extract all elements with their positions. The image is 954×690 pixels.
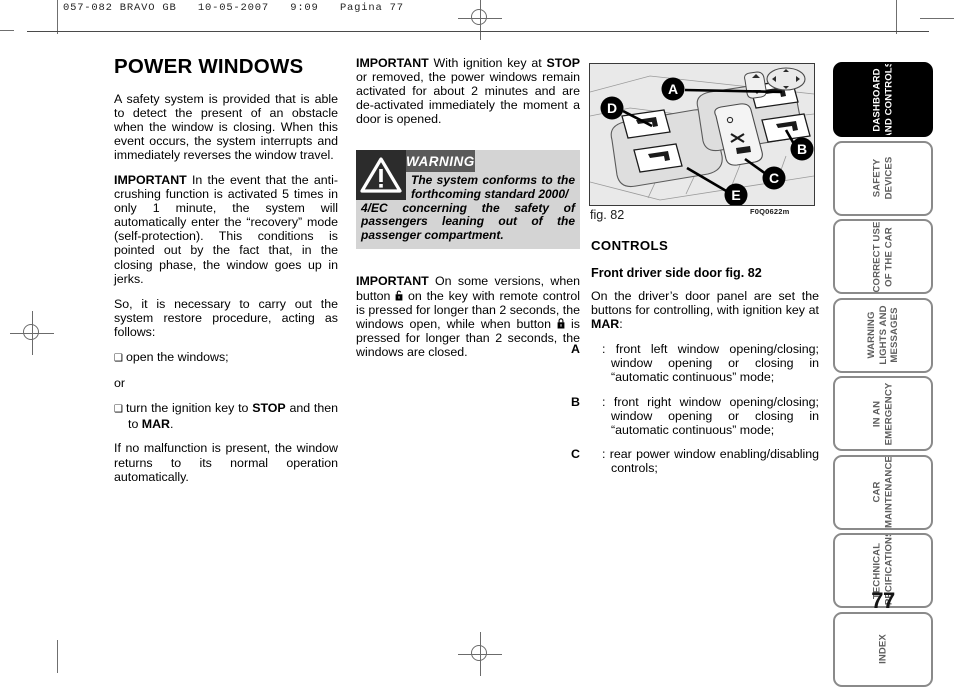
list-item-open-windows: ❑ open the windows; [114, 350, 338, 366]
paragraph-safety-system-text: A safety system is provided that is able… [114, 91, 338, 162]
svg-text:E: E [731, 187, 740, 203]
svg-text:C: C [769, 170, 779, 186]
subsection-heading-front-driver-door: Front driver side door fig. 82 [591, 266, 762, 280]
control-item-b-label: B [571, 394, 580, 409]
tab-label: INDEX [877, 634, 889, 664]
trim-tick-left [0, 30, 14, 31]
text-column-3: CONTROLS Front driver side door fig. 82 … [571, 238, 820, 485]
tab-correct-use-of-the-car[interactable]: CORRECT USE OF THE CAR [833, 219, 933, 294]
tab-warning-lights-and-messages[interactable]: WARNING LIGHTS AND MESSAGES [833, 297, 933, 373]
tab-label: SAFETY DEVICES [871, 156, 895, 200]
paragraph-door-panel-intro: On the driver’s door panel are set the b… [591, 289, 819, 331]
svg-text:D: D [607, 100, 617, 116]
paragraph-important-remote: IMPORTANT On some versions, when button … [356, 274, 580, 359]
svg-text:A: A [668, 81, 678, 97]
header-rule-right [920, 18, 954, 20]
padlock-closed-icon [557, 317, 565, 329]
paragraph-restore-intro-text: So, it is necessary to carry out the sys… [114, 296, 338, 339]
tab-label: WARNING LIGHTS AND MESSAGES [865, 305, 900, 365]
warning-box: WARNING The system conforms to the forth… [356, 150, 580, 250]
paragraph-no-malfunction: If no malfunction is present, the window… [114, 441, 338, 483]
control-item-c-label: C [571, 446, 580, 461]
list-item-open-windows-text: open the windows; [125, 350, 229, 365]
paragraph-no-malfunction-text: If no malfunction is present, the window… [114, 441, 338, 484]
paragraph-door-panel-intro-a: On the driver’s door panel are set the b… [591, 289, 819, 318]
control-item-a-label: A [571, 342, 580, 357]
list-item-ignition-key-text-c: . [170, 417, 174, 432]
registration-mark-top [458, 0, 502, 40]
tab-label: IN AN EMERGENCY [871, 382, 895, 445]
text-column-1: POWER WINDOWS A safety system is provide… [114, 55, 338, 484]
tab-in-an-emergency[interactable]: IN AN EMERGENCY [833, 376, 933, 451]
padlock-open-icon [395, 290, 403, 301]
paragraph-door-panel-intro-b: : [619, 317, 623, 332]
control-item-a: A: front left window opening/closing; wi… [571, 342, 819, 385]
page-title: POWER WINDOWS [114, 55, 304, 78]
page-number: 77 [871, 588, 895, 613]
important-text-1: In the event that the anti-crushing func… [114, 173, 338, 286]
keyword-stop-1: STOP [252, 401, 286, 416]
trim-rule-left-top [57, 0, 58, 34]
paragraph-important-anticrush: IMPORTANT In the event that the anti-cru… [114, 173, 338, 286]
paragraph-important-ignition: IMPORTANT With ignition key at STOP or r… [356, 56, 580, 126]
tab-label: DASHBOARD AND CONTROLS [871, 62, 895, 137]
control-item-b: B: front right window opening/closing; w… [571, 394, 819, 437]
tab-car-maintenance[interactable]: CAR MAINTENANCE [833, 454, 933, 530]
tab-label: CORRECT USE OF THE CAR [871, 221, 895, 292]
trim-rule-right-top [896, 0, 897, 34]
paragraph-restore-intro: So, it is necessary to carry out the sys… [114, 297, 338, 339]
conjunction-or: or [114, 376, 338, 390]
svg-text:B: B [797, 141, 807, 157]
control-item-c-text: rear power window enabling/disabling con… [609, 446, 820, 475]
header-rule [27, 31, 929, 33]
registration-mark-bottom [458, 632, 502, 676]
figure-code: F0Q0622m [750, 207, 790, 216]
conjunction-or-text: or [114, 376, 126, 391]
keyword-stop-2: STOP [546, 56, 580, 70]
text-column-2: IMPORTANT With ignition key at STOP or r… [356, 56, 580, 370]
important-lead-1: IMPORTANT [114, 173, 187, 188]
list-item-ignition-key-text-a: turn the ignition key to [125, 401, 253, 416]
important-text-2a: With ignition key at [428, 56, 547, 70]
section-heading-controls: CONTROLS [591, 238, 669, 253]
keyword-mar-1: MAR [141, 417, 170, 432]
important-lead-2: IMPORTANT [356, 56, 429, 70]
tab-index[interactable]: INDEX [833, 611, 933, 687]
figure-82-image: A B C D E [589, 63, 815, 206]
square-bullet-icon: ❑ [114, 353, 123, 365]
control-item-b-text: front right window opening/closing; wind… [611, 394, 819, 437]
control-item-a-text: front left window opening/closing; windo… [611, 342, 819, 385]
figure-caption: fig. 82 [590, 208, 625, 222]
trim-rule-left-bottom [57, 640, 58, 673]
warning-title: WARNING [406, 150, 475, 173]
registration-mark-left [10, 311, 54, 355]
paragraph-safety-system: A safety system is provided that is able… [114, 92, 338, 162]
important-text-2b: or removed, the power windows remain act… [356, 70, 580, 127]
keyword-mar-2: MAR [591, 317, 620, 332]
important-lead-3: IMPORTANT [356, 274, 429, 289]
warning-triangle-icon [356, 150, 406, 201]
tab-safety-devices[interactable]: SAFETY DEVICES [833, 140, 933, 216]
square-bullet-icon: ❑ [114, 404, 123, 416]
list-item-ignition-key: ❑ turn the ignition key to STOP and then … [114, 401, 338, 431]
print-header-stamp: 057-082 BRAVO GB 10-05-2007 9:09 Pagina … [63, 2, 404, 14]
tab-dashboard-and-controls[interactable]: DASHBOARD AND CONTROLS [833, 62, 933, 137]
tab-label: CAR MAINTENANCE [871, 456, 895, 528]
control-item-c: C: rear power window enabling/disabling … [571, 446, 820, 475]
